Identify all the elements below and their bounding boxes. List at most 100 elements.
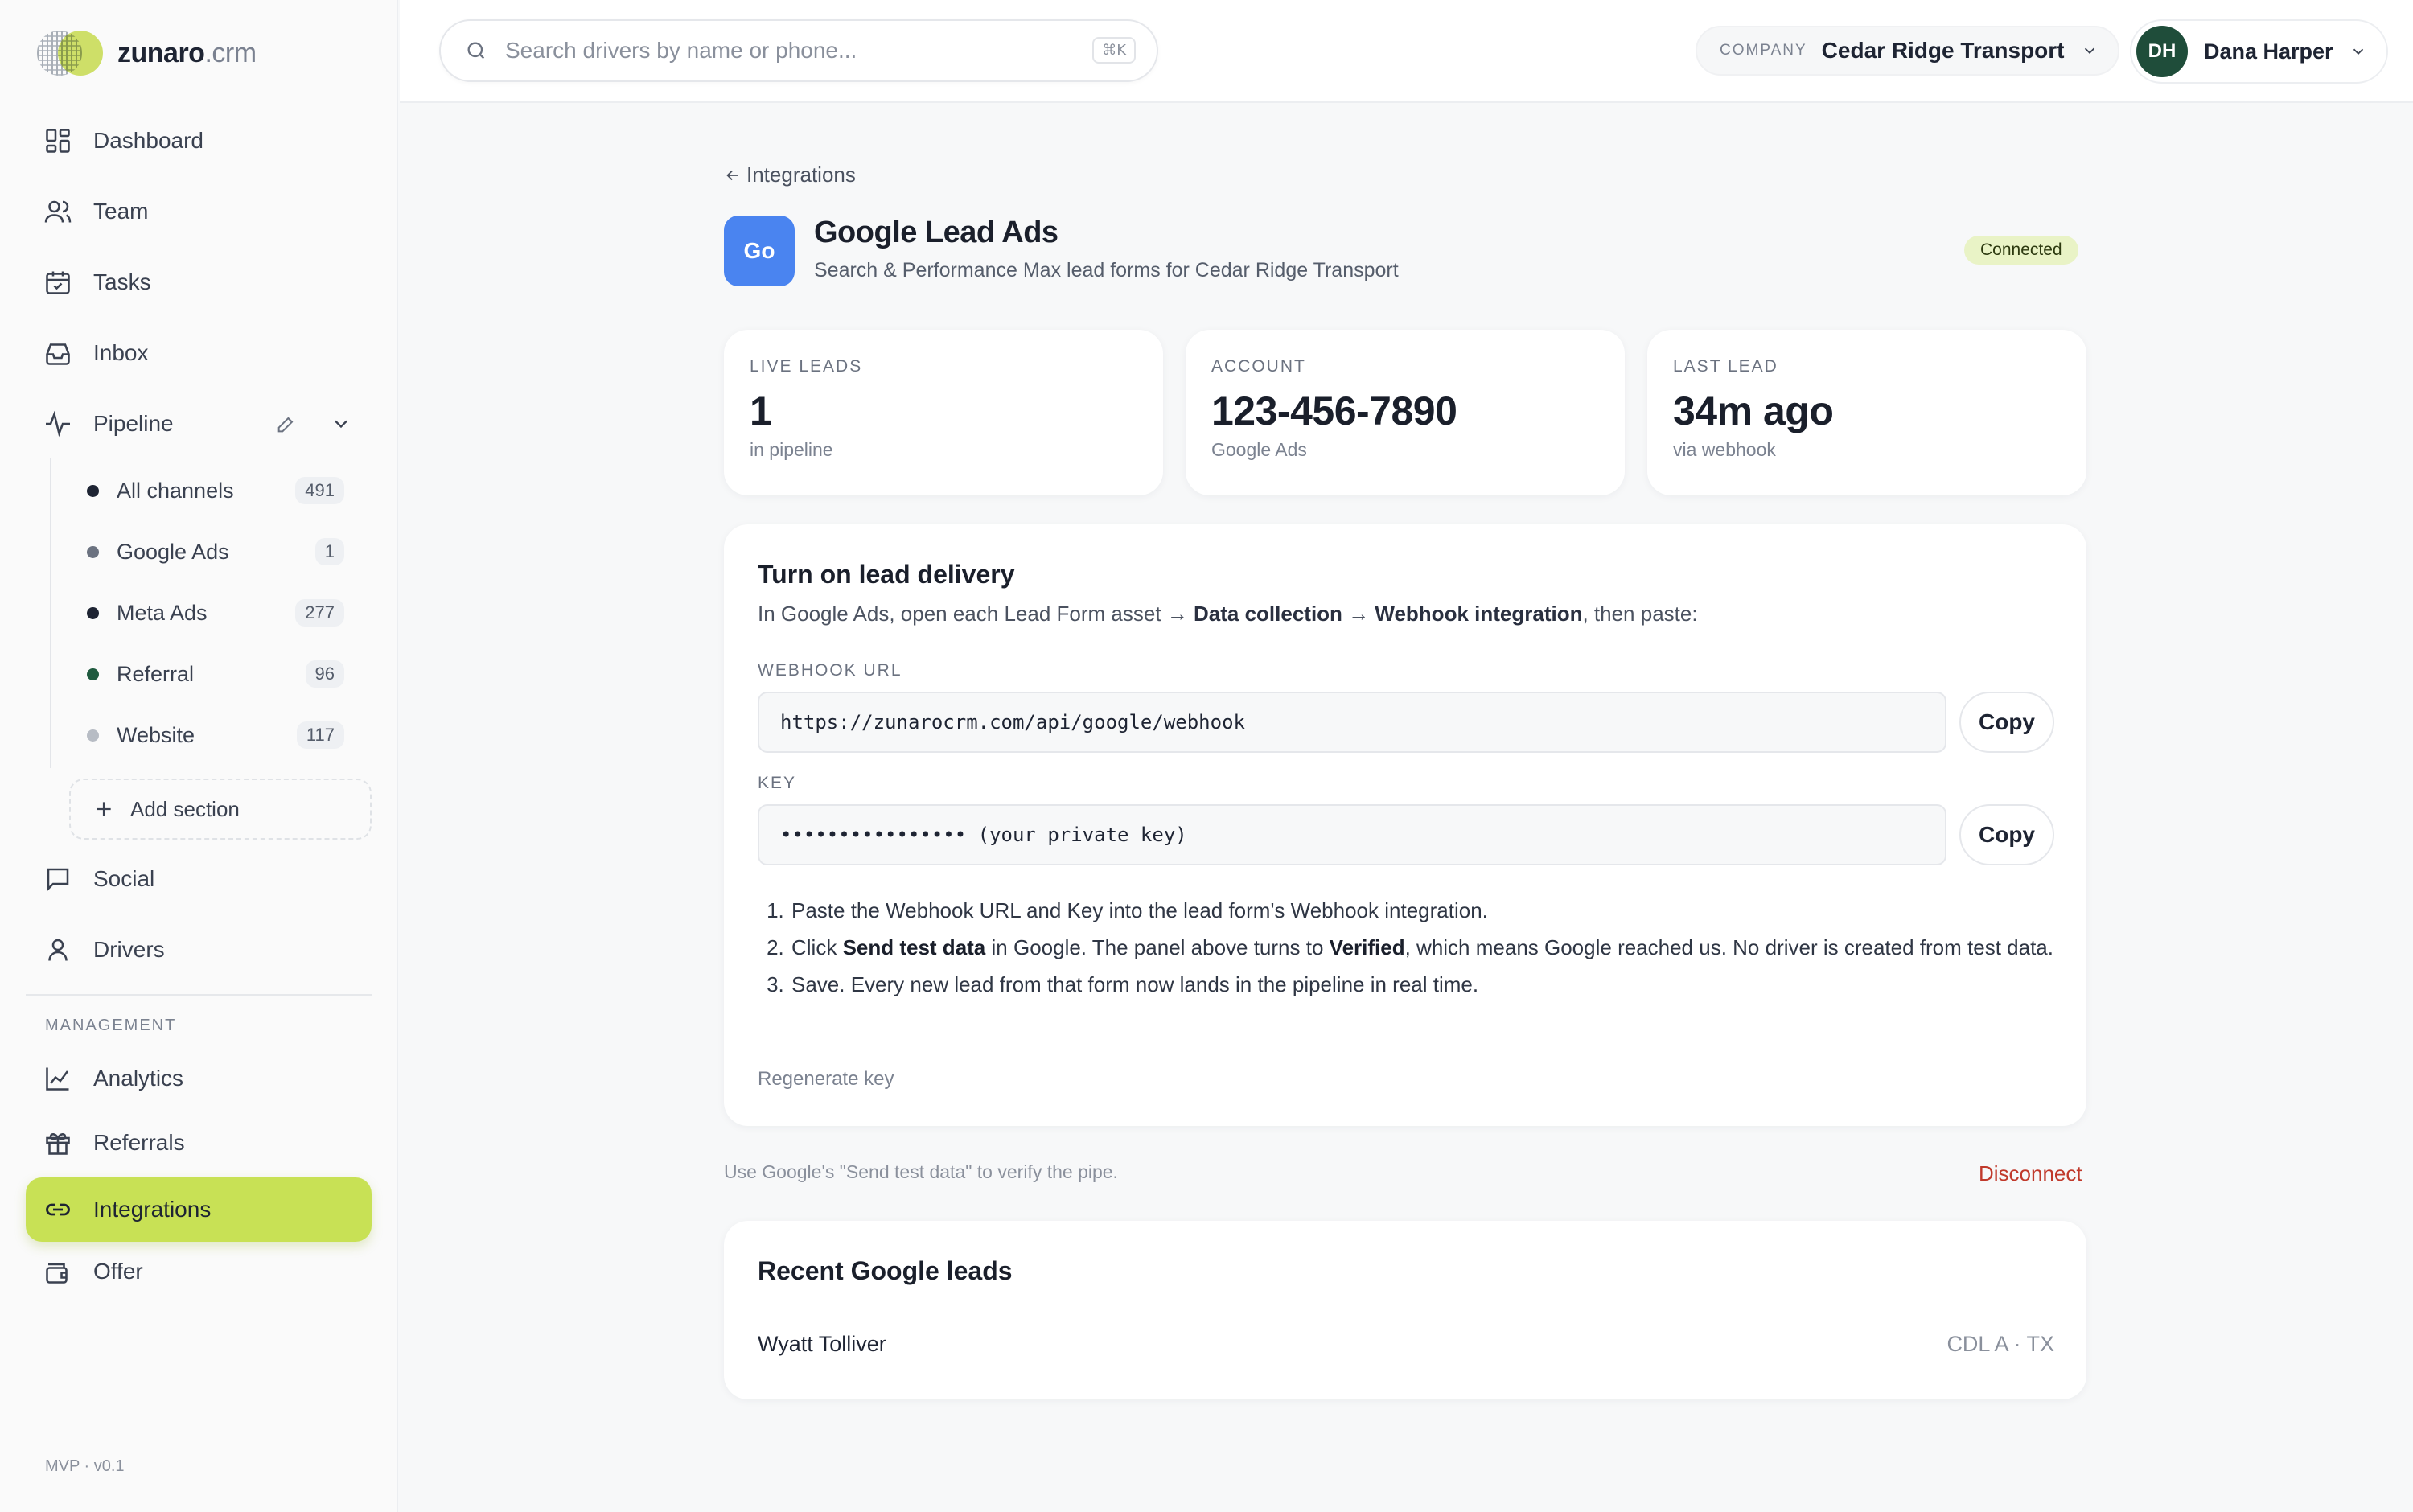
sidebar-divider: [26, 994, 372, 996]
avatar: DH: [2136, 26, 2188, 77]
recent-leads-title: Recent Google leads: [758, 1256, 1013, 1285]
list-item[interactable]: Wyatt Tolliver CDL A · TX: [758, 1332, 2054, 1357]
company-selector[interactable]: COMPANY Cedar Ridge Transport: [1696, 26, 2119, 76]
webhook-url-field[interactable]: https://zunarocrm.com/api/google/webhook: [758, 692, 1946, 753]
pipeline-subnav-line: [50, 458, 51, 768]
brand-name: zunaro.crm: [117, 37, 257, 68]
nav-social-label: Social: [93, 866, 155, 891]
section-count: 277: [295, 599, 344, 627]
nav-analytics[interactable]: Analytics: [26, 1049, 372, 1108]
section-dot: [87, 545, 99, 558]
nav-dashboard[interactable]: Dashboard: [26, 111, 372, 171]
nav-team-label: Team: [93, 199, 149, 224]
page-title: Google Lead Ads: [814, 216, 1059, 249]
chevron-down-icon[interactable]: [330, 413, 352, 435]
section-count: 491: [295, 477, 344, 504]
stat-key: LAST LEAD: [1673, 357, 1778, 376]
verify-footnote: Use Google's "Send test data" to verify …: [724, 1161, 1118, 1182]
back-to-integrations-link[interactable]: Integrations: [724, 162, 856, 187]
nav-team[interactable]: Team: [26, 182, 372, 241]
nav-inbox-label: Inbox: [93, 340, 149, 365]
nav-integrations[interactable]: Integrations: [26, 1177, 372, 1242]
section-count: 96: [305, 660, 344, 688]
lead-tags: CDL A · TX: [1946, 1332, 2054, 1356]
logo-mark-icon: [37, 29, 106, 77]
stat-key: LIVE LEADS: [750, 357, 863, 376]
dashboard-icon: [46, 129, 70, 153]
stat-card-last-lead: LAST LEAD 34m ago via webhook: [1647, 330, 2086, 495]
nav-drivers[interactable]: Drivers: [26, 920, 372, 980]
section-dot: [87, 606, 99, 619]
user-menu[interactable]: DH Dana Harper: [2130, 19, 2388, 84]
section-dot: [87, 668, 99, 680]
copy-webhook-url-button[interactable]: Copy: [1959, 692, 2054, 753]
nav-social[interactable]: Social: [26, 849, 372, 909]
webhook-url-label: WEBHOOK URL: [758, 661, 902, 680]
lead-delivery-intro: In Google Ads, open each Lead Form asset…: [758, 602, 1698, 626]
calendar-check-icon: [46, 271, 70, 294]
stat-key: ACCOUNT: [1211, 357, 1306, 376]
copy-key-button[interactable]: Copy: [1959, 804, 2054, 865]
nav-integrations-label: Integrations: [93, 1197, 212, 1222]
stat-sub: in pipeline: [750, 439, 833, 460]
back-link-label: Integrations: [746, 162, 856, 187]
private-key-field[interactable]: •••••••••••••••• (your private key): [758, 804, 1946, 865]
lead-name: Wyatt Tolliver: [758, 1332, 886, 1356]
nav-inbox[interactable]: Inbox: [26, 323, 372, 383]
stat-card-live-leads: LIVE LEADS 1 in pipeline: [724, 330, 1163, 495]
section-dot: [87, 729, 99, 742]
section-label: Website: [117, 722, 195, 747]
setup-step: Click Send test data in Google. The pane…: [790, 931, 2061, 963]
section-count: 117: [296, 721, 344, 749]
nav-drivers-label: Drivers: [93, 937, 165, 962]
section-label: Meta Ads: [117, 600, 208, 625]
nav-analytics-label: Analytics: [93, 1066, 184, 1091]
edit-pencil-icon[interactable]: [275, 413, 298, 435]
sidebar: zunaro.crm Dashboard Team Tasks Inbox Pi…: [0, 0, 398, 1512]
nav-dashboard-label: Dashboard: [93, 128, 203, 153]
nav-offer[interactable]: Offer: [26, 1242, 372, 1301]
user-name: Dana Harper: [2204, 39, 2333, 64]
setup-steps: Paste the Webhook URL and Key into the l…: [758, 894, 2061, 1005]
stat-value: 34m ago: [1673, 388, 1834, 433]
brand-logo[interactable]: zunaro.crm: [37, 29, 257, 77]
section-dot: [87, 484, 99, 497]
lead-delivery-title: Turn on lead delivery: [758, 560, 1015, 589]
section-label: All channels: [117, 478, 234, 503]
disconnect-button[interactable]: Disconnect: [1979, 1161, 2082, 1186]
regenerate-key-link[interactable]: Regenerate key: [758, 1068, 894, 1091]
status-badge: Connected: [1964, 236, 2078, 265]
setup-step: Paste the Webhook URL and Key into the l…: [790, 894, 2061, 927]
nav-tasks[interactable]: Tasks: [26, 253, 372, 312]
section-count: 1: [314, 538, 344, 565]
search-input[interactable]: Search drivers by name or phone... ⌘K: [439, 19, 1158, 82]
nav-referrals-label: Referrals: [93, 1130, 185, 1155]
search-shortcut-hint: ⌘K: [1092, 37, 1136, 64]
inbox-icon: [46, 343, 70, 365]
google-lead-ads-app-icon: Go: [724, 216, 795, 286]
page-subtitle: Search & Performance Max lead forms for …: [814, 259, 1399, 281]
stat-value: 123-456-7890: [1211, 388, 1457, 433]
management-section-label: MANAGEMENT: [45, 1017, 177, 1034]
stat-sub: via webhook: [1673, 439, 1776, 460]
pipeline-section-meta-ads[interactable]: Meta Ads 277: [72, 587, 359, 639]
nav-pipeline-label: Pipeline: [93, 411, 174, 436]
team-icon: [44, 200, 72, 223]
stat-sub: Google Ads: [1211, 439, 1307, 460]
pipeline-section-all-channels[interactable]: All channels 491: [72, 465, 359, 516]
message-square-icon: [47, 868, 69, 892]
chevron-down-icon: [2084, 47, 2094, 55]
plus-icon: [97, 802, 111, 816]
pipeline-section-google-ads[interactable]: Google Ads 1: [72, 526, 359, 577]
add-section-button[interactable]: Add section: [69, 779, 372, 840]
gift-icon: [46, 1133, 70, 1155]
stat-value: 1: [750, 388, 772, 433]
pipeline-section-website[interactable]: Website 117: [72, 709, 359, 761]
arrow-left-icon: [726, 170, 738, 180]
nav-referrals[interactable]: Referrals: [26, 1113, 372, 1173]
add-section-label: Add section: [130, 796, 240, 821]
pipeline-section-referral[interactable]: Referral 96: [72, 648, 359, 700]
chevron-down-icon: [2353, 48, 2363, 55]
nav-pipeline[interactable]: Pipeline: [26, 394, 372, 454]
line-chart-icon: [46, 1067, 69, 1091]
